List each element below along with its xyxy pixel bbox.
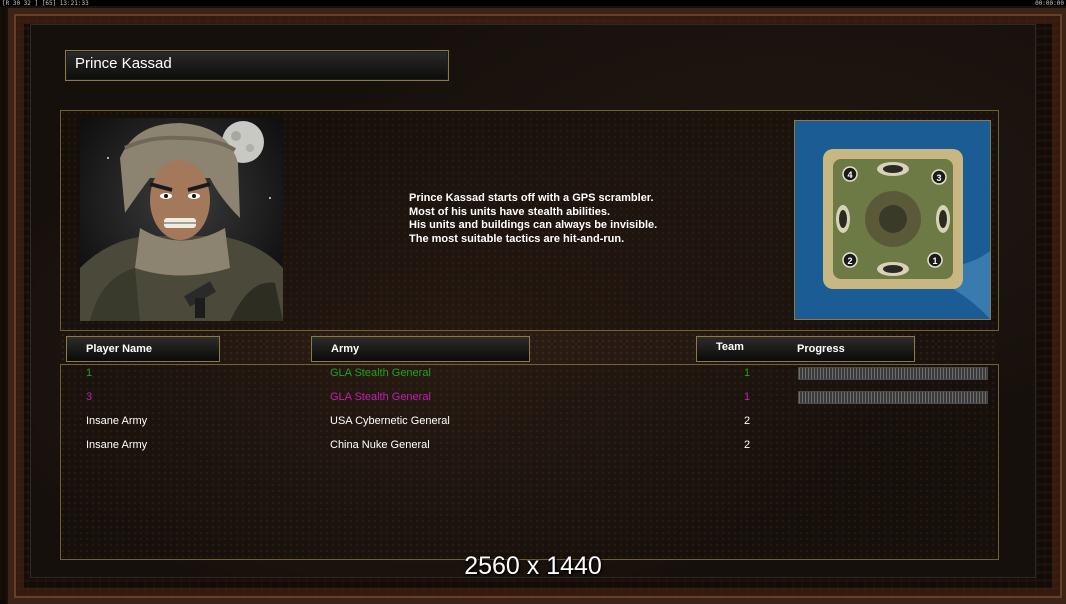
player-army-cell: GLA Stealth General	[330, 391, 431, 403]
player-name-cell: Insane Army	[86, 439, 148, 451]
player-name-cell: Insane Army	[86, 415, 148, 427]
description-line: His units and buildings can always be in…	[409, 219, 658, 231]
start-position-marker: 1	[927, 252, 943, 268]
start-position-label: 4	[847, 170, 852, 180]
player-team-cell: 1	[744, 367, 751, 379]
player-name-cell: 1	[86, 367, 93, 379]
player-army-cell: USA Cybernetic General	[330, 415, 450, 427]
column-header-label: Team	[716, 341, 744, 353]
loading-screen: [R 30 32 ] [65] 13:21:33 00:00:00 Prince…	[0, 0, 1066, 604]
column-header-team-progress: Team Progress	[696, 336, 915, 362]
column-header-army: Army	[311, 336, 530, 362]
player-progress-bar	[798, 367, 988, 380]
status-clock: 00:00:00	[1035, 0, 1064, 7]
description-line: The most suitable tactics are hit-and-ru…	[409, 232, 625, 245]
player-progress-bar	[798, 391, 988, 404]
description-line: Prince Kassad starts off with a GPS scra…	[409, 192, 654, 204]
player-team-cell: 2	[744, 439, 751, 451]
minimap-image: 4 3 2 1	[795, 121, 990, 319]
minimap: 4 3 2 1	[794, 120, 991, 320]
player-name-cell: 3	[86, 391, 93, 403]
description-line: Most of his units have stealth abilities…	[409, 205, 611, 218]
player-army-cell: GLA Stealth General	[330, 367, 431, 379]
general-name: Prince Kassad	[75, 55, 172, 72]
player-team-cell: 1	[744, 391, 751, 403]
column-header-player-name: Player Name	[66, 336, 220, 362]
status-left-text: [R 30 32 ] [65] 13:21:33	[2, 0, 89, 7]
general-description: Prince Kassad starts off with a GPS scra…	[409, 192, 769, 246]
portrait-image	[80, 121, 283, 321]
start-position-label: 2	[847, 256, 852, 266]
general-portrait	[80, 118, 283, 321]
player-team-cell: 2	[744, 415, 751, 427]
general-title-box: Prince Kassad	[65, 50, 449, 81]
column-header-label: Army	[331, 343, 360, 355]
column-header-label: Player Name	[86, 343, 153, 355]
resolution-label: 2560 x 1440	[464, 552, 602, 580]
start-position-label: 3	[936, 173, 941, 183]
start-position-marker: 3	[931, 169, 947, 185]
player-army-cell: China Nuke General	[330, 439, 430, 451]
start-position-label: 1	[932, 256, 937, 266]
start-position-marker: 4	[842, 166, 858, 182]
column-header-label: Progress	[797, 343, 845, 355]
start-position-marker: 2	[842, 252, 858, 268]
status-bar: [R 30 32 ] [65] 13:21:33 00:00:00	[0, 0, 1066, 7]
